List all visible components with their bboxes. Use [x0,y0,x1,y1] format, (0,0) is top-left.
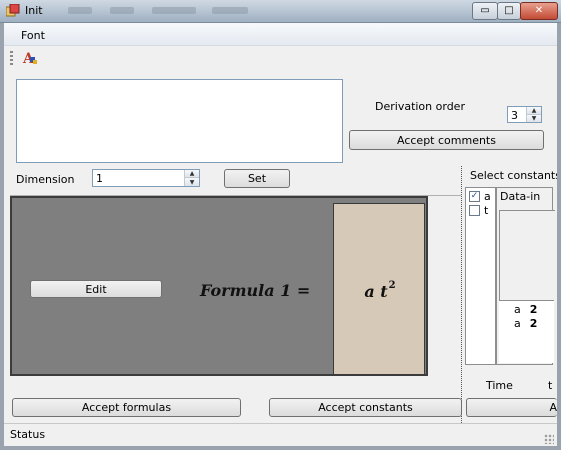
accept-comments-button[interactable]: Accept comments [349,130,544,150]
splitter[interactable] [461,166,463,423]
derivation-order-stepper[interactable]: 3 ▲ ▼ [507,106,542,123]
status-bar: Status [4,423,557,446]
datain-header: Data-in [500,190,541,203]
datain-area [499,210,555,301]
constant-item-t[interactable]: t [469,204,488,217]
font-color-icon[interactable]: A [21,48,41,68]
formula-exponent: 2 [388,280,396,291]
chevron-down-icon[interactable]: ▼ [185,178,199,186]
minimize-button[interactable]: ▭ [472,2,498,20]
select-constants-label: Select constants [470,169,557,182]
formula-label: Formula 1 = [200,281,311,300]
set-button[interactable]: Set [224,169,290,188]
third-action-label: A [549,401,557,414]
datain-values[interactable]: a2 a2 [499,300,554,363]
time-value: t [548,379,553,392]
maximize-button[interactable]: □ [497,2,521,20]
chevron-up-icon[interactable]: ▲ [185,170,199,178]
constant-item-label: t [484,204,489,217]
ghost-menu-2 [110,7,134,14]
app-window: Init ▭ □ ✕ Font A Derivation order 3 ▲ ▼… [0,0,561,450]
datain-panel: Data-in a2 a2 [496,187,555,365]
dimension-value: 1 [96,172,103,185]
window-title: Init [25,4,43,17]
constant-item-a[interactable]: ✓ a [469,190,491,203]
constants-checklist[interactable]: ✓ a t [465,187,496,365]
maximize-icon: □ [504,5,514,16]
datain-row: a2 [514,317,537,330]
formula-expression: a t2 [334,280,426,301]
dimension-label: Dimension [16,173,75,186]
accept-formulas-button[interactable]: Accept formulas [12,398,241,417]
datain-name: a [514,303,521,316]
dimension-stepper[interactable]: 1 ▲ ▼ [92,169,200,187]
derivation-order-label: Derivation order [375,100,465,113]
menu-font[interactable]: Font [21,29,45,42]
minimize-icon: ▭ [480,5,490,16]
time-label: Time [486,379,513,392]
chevron-down-icon[interactable]: ▼ [527,114,541,122]
formula-panel: Edit Formula 1 = a t2 [10,196,428,376]
toolbar-grip[interactable] [10,51,13,65]
datain-name: a [514,317,521,330]
title-bar: Init ▭ □ ✕ [0,0,561,23]
ghost-menu-3 [152,7,196,14]
checkbox-icon[interactable] [469,205,480,216]
constant-item-label: a [484,190,491,203]
third-action-button[interactable]: A [466,398,557,417]
comments-textbox[interactable] [16,79,343,163]
formula-display[interactable]: a t2 [333,203,425,375]
status-text: Status [10,428,46,441]
resize-grip-icon[interactable] [544,434,554,444]
checkbox-checked-icon[interactable]: ✓ [469,191,480,202]
derivation-order-value: 3 [511,109,518,122]
formula-base: a t [364,282,388,301]
accept-constants-button[interactable]: Accept constants [269,398,462,417]
app-icon [6,4,20,17]
ghost-menu-1 [68,7,92,14]
chevron-up-icon[interactable]: ▲ [527,107,541,115]
menu-bar: Font [4,23,557,46]
datain-value: 2 [529,303,538,316]
close-icon: ✕ [534,5,544,16]
edit-button[interactable]: Edit [30,280,162,298]
ghost-menu-4 [212,7,248,14]
datain-row: a2 [514,303,537,316]
close-button[interactable]: ✕ [520,2,558,20]
stepper-arrows: ▲ ▼ [526,107,541,122]
toolbar: A [4,46,557,70]
datain-value: 2 [529,317,538,330]
client-area: Font A Derivation order 3 ▲ ▼ Accept com… [4,23,557,446]
dimension-stepper-arrows: ▲ ▼ [184,170,199,186]
